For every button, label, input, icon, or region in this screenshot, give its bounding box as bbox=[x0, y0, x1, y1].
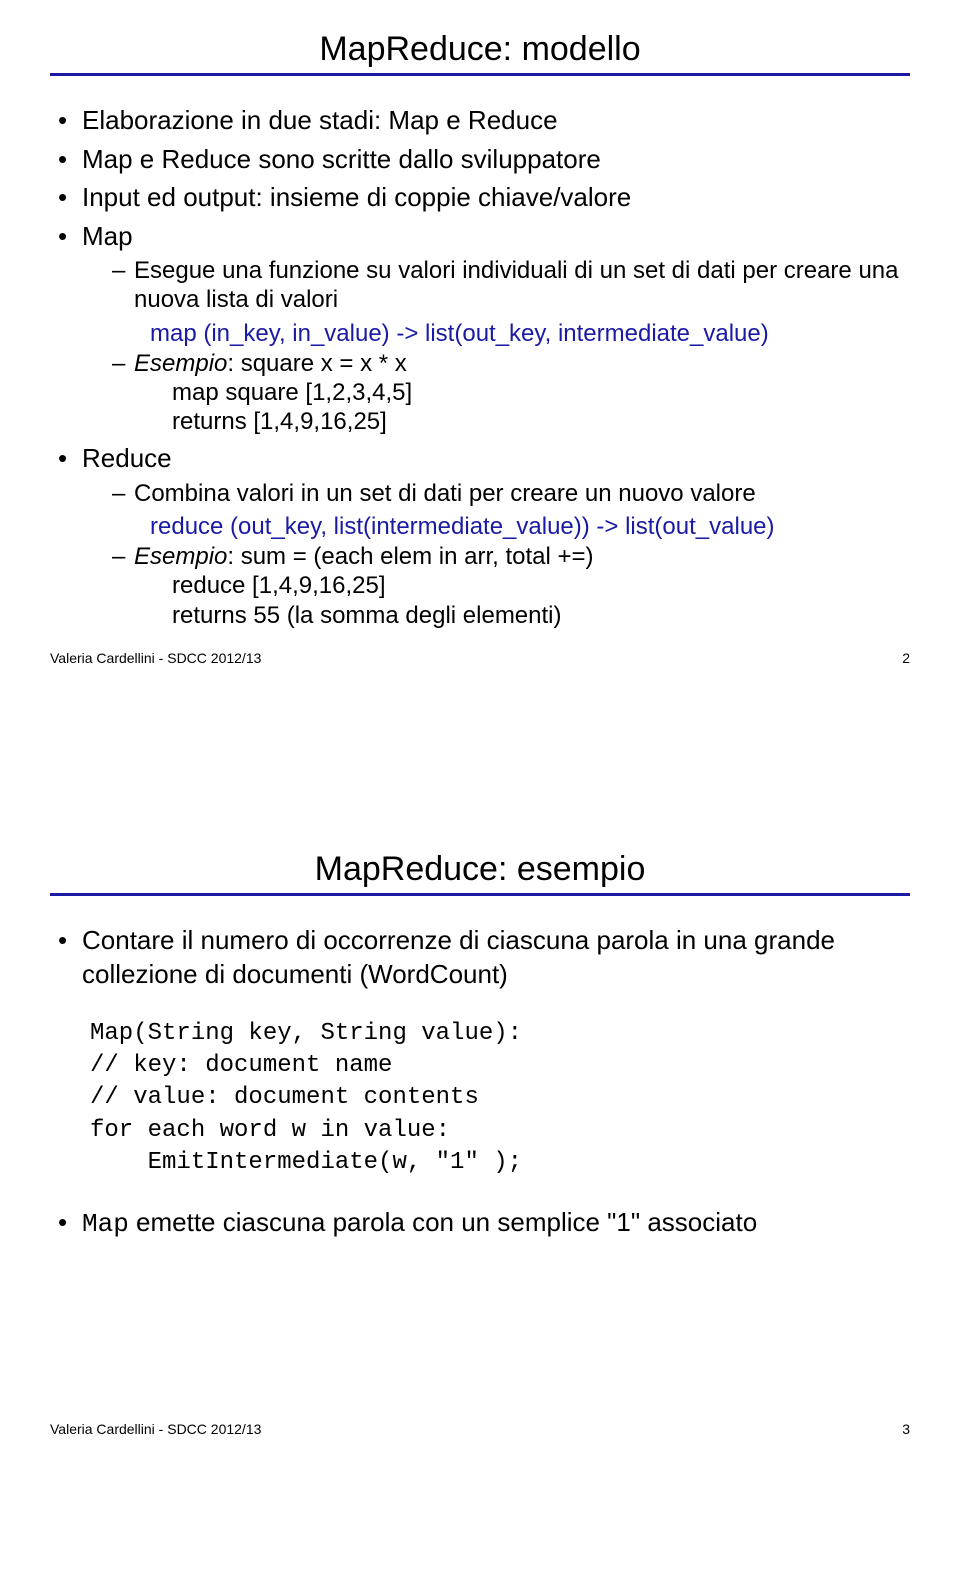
bullet-reduce-label: Reduce bbox=[82, 443, 172, 473]
map-esempio: Esempio: square x = x * x map square [1,… bbox=[112, 349, 910, 437]
reduce-esempio-line2: returns 55 (la somma degli elementi) bbox=[134, 601, 910, 630]
footer-author: Valeria Cardellini - SDCC 2012/13 bbox=[50, 650, 261, 666]
map-emette-rest: emette ciascuna parola con un semplice "… bbox=[129, 1207, 757, 1237]
bullet-map: Map Esegue una funzione su valori indivi… bbox=[58, 220, 910, 437]
map-esegue: Esegue una funzione su valori individual… bbox=[112, 256, 910, 315]
map-esempio-label: Esempio bbox=[134, 350, 227, 377]
reduce-esempio: Esempio: sum = (each elem in arr, total … bbox=[112, 542, 910, 630]
reduce-combina: Combina valori in un set di dati per cre… bbox=[112, 479, 910, 508]
title-underline bbox=[50, 73, 910, 76]
bullet-map-reduce-scritte: Map e Reduce sono scritte dallo sviluppa… bbox=[58, 143, 910, 176]
footer-page-number: 2 bbox=[902, 650, 910, 666]
map-esempio-rest: : square x = x * x bbox=[227, 350, 406, 377]
title-underline bbox=[50, 893, 910, 896]
map-sublist: Esegue una funzione su valori individual… bbox=[82, 256, 910, 436]
bullet-input-output: Input ed output: insieme di coppie chiav… bbox=[58, 181, 910, 214]
reduce-esempio-label: Esempio bbox=[134, 543, 227, 570]
reduce-signature: reduce (out_key, list(intermediate_value… bbox=[112, 512, 910, 542]
bullet-map-label: Map bbox=[82, 221, 133, 251]
map-esempio-line2: returns [1,4,9,16,25] bbox=[134, 407, 910, 436]
slide2-title: MapReduce: esempio bbox=[50, 850, 910, 889]
code-block-map: Map(String key, String value): // key: d… bbox=[50, 1018, 910, 1180]
reduce-esempio-rest: : sum = (each elem in arr, total +=) bbox=[227, 543, 593, 570]
bullet-reduce: Reduce Combina valori in un set di dati … bbox=[58, 442, 910, 630]
bullet-elaborazione: Elaborazione in due stadi: Map e Reduce bbox=[58, 104, 910, 137]
slide-mapreduce-esempio: MapReduce: esempio Contare il numero di … bbox=[0, 820, 960, 1540]
bullet-map-emette: Map emette ciascuna parola con un sempli… bbox=[50, 1206, 910, 1242]
map-esempio-line1: map square [1,2,3,4,5] bbox=[134, 378, 910, 407]
slide1-title: MapReduce: modello bbox=[50, 30, 910, 69]
slide1-footer: Valeria Cardellini - SDCC 2012/13 2 bbox=[50, 650, 910, 666]
footer-author: Valeria Cardellini - SDCC 2012/13 bbox=[50, 1421, 261, 1437]
bullet-contare: Contare il numero di occorrenze di ciasc… bbox=[50, 924, 910, 992]
map-signature: map (in_key, in_value) -> list(out_key, … bbox=[112, 319, 910, 349]
map-code-word: Map bbox=[82, 1209, 129, 1239]
footer-page-number: 3 bbox=[902, 1421, 910, 1437]
slide2-footer: Valeria Cardellini - SDCC 2012/13 3 bbox=[50, 1421, 910, 1437]
reduce-sublist: Combina valori in un set di dati per cre… bbox=[82, 479, 910, 630]
slide-mapreduce-modello: MapReduce: modello Elaborazione in due s… bbox=[0, 0, 960, 820]
slide1-list: Elaborazione in due stadi: Map e Reduce … bbox=[50, 104, 910, 630]
reduce-esempio-line1: reduce [1,4,9,16,25] bbox=[134, 571, 910, 600]
